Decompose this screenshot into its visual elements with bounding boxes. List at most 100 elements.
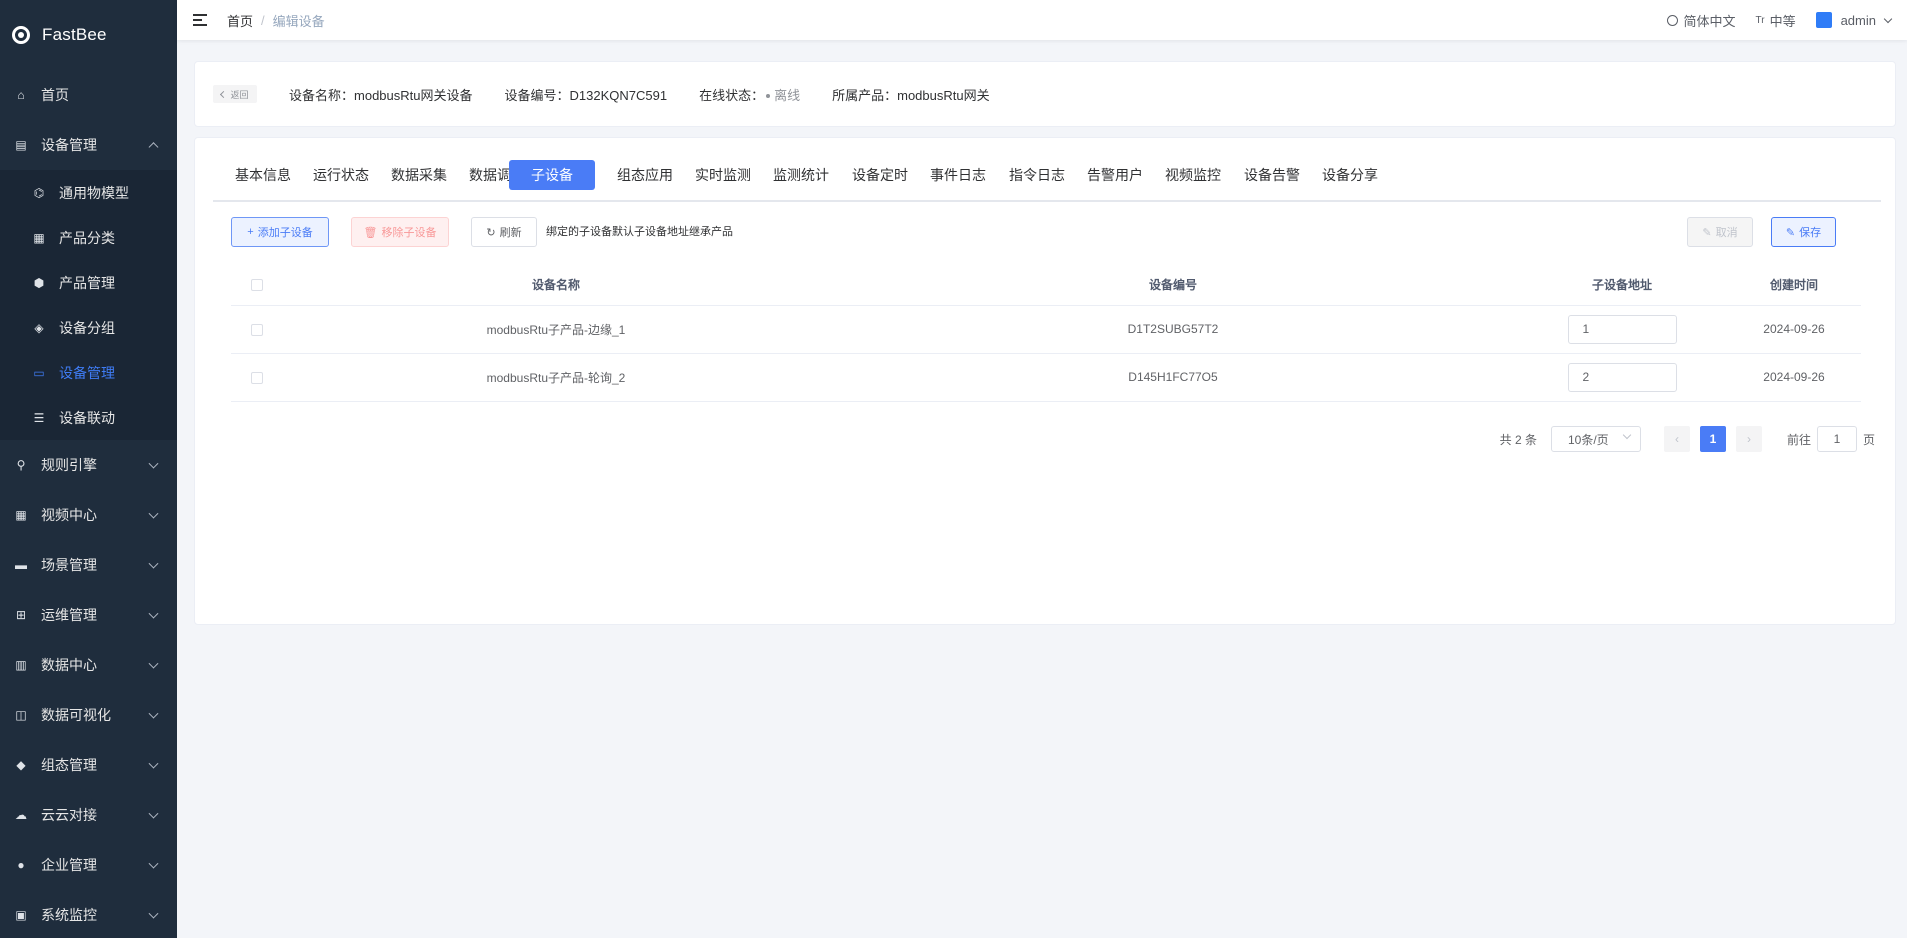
data-icon: ▥ — [15, 658, 27, 672]
sidebar-item-device-list[interactable]: ▤ 设备管理 — [0, 120, 177, 170]
sidebar-subitem-product[interactable]: ⬢ 产品管理 — [0, 260, 177, 305]
sidebar-item-label: 运维管理 — [41, 607, 97, 623]
sidebar-subitem-category[interactable]: ▦ 产品分类 — [0, 215, 177, 260]
sidebar-item-label: 数据可视化 — [41, 707, 111, 723]
avatar — [1815, 12, 1832, 28]
row-checkbox[interactable] — [251, 323, 263, 336]
page-size-select[interactable]: 10条/页 — [1550, 426, 1641, 452]
cell-name: modbusRtu子产品-边缘_1 — [283, 305, 829, 354]
chevron-down-icon — [148, 758, 159, 769]
refresh-button[interactable]: ↻ 刷新 — [471, 217, 537, 247]
language-switch[interactable]: 简体中文 — [1667, 11, 1735, 30]
breadcrumb-current: 编辑设备 — [272, 13, 325, 29]
chevron-down-icon — [148, 508, 159, 519]
sidebar-item-monitor[interactable]: ▣ 系统监控 — [0, 890, 177, 938]
table-row: modbusRtu子产品-边缘_1 D1T2SUBG57T2 2024-09-2… — [231, 305, 1861, 354]
row-select-cell — [231, 353, 283, 402]
remove-sub-device-label: 移除子设备 — [381, 227, 437, 239]
brand-name: FastBee — [42, 25, 107, 44]
sidebar-menu: ⌂ 首页 ▤ 设备管理 ⌬ 通用物模型 ▦ 产品分类 ⬢ 产品管理 ◈ 设备分组 ▭ 设备管理 ☰ 设备联动 ⚲… — [0, 70, 177, 938]
table-header-row: 设备名称 设备编号 子设备地址 创建时间 — [231, 264, 1861, 306]
col-header-name: 设备名称 — [283, 264, 829, 306]
sidebar-item-ops[interactable]: ⊞ 运维管理 — [0, 590, 177, 640]
toolbar: + 添加子设备 🗑 移除子设备 ↻ 刷新 绑定的子设备默认子设备地址继承产品 ✎… — [231, 217, 1861, 247]
sidebar-item-label: 首页 — [41, 87, 69, 103]
back-button[interactable]: 返回 — [213, 85, 257, 103]
select-all-cell — [231, 264, 283, 306]
save-label: 保存 — [1799, 227, 1822, 239]
save-button[interactable]: ✎ 保存 — [1771, 217, 1836, 247]
config-icon: ◆ — [16, 758, 26, 772]
brand[interactable]: FastBee — [0, 0, 177, 70]
device-serial-value: D132KQN7C591 — [569, 87, 668, 103]
goto-page-input[interactable]: 1 — [1816, 426, 1857, 452]
sidebar-item-enterprise[interactable]: ● 企业管理 — [0, 840, 177, 890]
plus-icon: + — [247, 226, 254, 238]
sidebar: FastBee ⌂ 首页 ▤ 设备管理 ⌬ 通用物模型 ▦ 产品分类 ⬢ 产品管理 ◈ 设备分组 ▭ 设备… — [0, 0, 177, 938]
next-page-button[interactable]: › — [1735, 426, 1762, 452]
fastbee-logo-icon — [12, 26, 30, 44]
cell-address — [1517, 353, 1727, 402]
sidebar-item-home[interactable]: ⌂ 首页 — [0, 70, 177, 120]
remove-sub-device-button[interactable]: 🗑 移除子设备 — [351, 217, 449, 247]
chevron-down-icon — [1883, 14, 1893, 23]
cancel-label: 取消 — [1715, 227, 1738, 239]
page-unit-label: 页 — [1862, 432, 1875, 447]
goto-label: 前往 — [1786, 432, 1811, 447]
sidebar-item-video[interactable]: ▦ 视频中心 — [0, 490, 177, 540]
cell-created: 2024-09-26 — [1727, 353, 1861, 402]
device-name-value: modbusRtu网关设备 — [354, 87, 473, 103]
visual-icon: ◫ — [15, 708, 27, 722]
chevron-down-icon — [148, 808, 159, 819]
page-number-button[interactable]: 1 — [1699, 426, 1726, 452]
select-all-checkbox[interactable] — [251, 279, 263, 292]
chevron-down-icon — [148, 908, 159, 919]
rule-icon: ⚲ — [16, 458, 26, 472]
category-icon: ▦ — [33, 230, 45, 245]
device-serial-label: 设备编号： — [504, 87, 570, 103]
device-status-value: 离线 — [774, 87, 801, 103]
scene-icon: ▬ — [15, 558, 27, 572]
size-switch[interactable]: Tr 中等 — [1755, 11, 1795, 30]
sub-device-address-input[interactable] — [1567, 314, 1677, 344]
user-menu[interactable]: admin — [1815, 12, 1893, 28]
add-sub-device-button[interactable]: + 添加子设备 — [231, 217, 329, 247]
cell-address — [1517, 305, 1727, 354]
status-dot-icon — [766, 93, 771, 98]
sidebar-subitem-device[interactable]: ▭ 设备管理 — [0, 350, 177, 395]
breadcrumb-home[interactable]: 首页 — [227, 11, 253, 30]
sidebar-item-rule[interactable]: ⚲ 规则引擎 — [0, 440, 177, 490]
page-jumper: 前往 1 页 — [1787, 426, 1875, 452]
chevron-down-icon — [1622, 430, 1632, 440]
sidebar-submenu: ⌬ 通用物模型 ▦ 产品分类 ⬢ 产品管理 ◈ 设备分组 ▭ 设备管理 ☰ 设备联动 — [0, 170, 177, 440]
sidebar-subitem-label: 产品分类 — [59, 229, 115, 246]
sidebar-item-scene[interactable]: ▬ 场景管理 — [0, 540, 177, 590]
pagination: 共 2 条 10条/页 ‹ 1 › 前往 1 页 — [1500, 426, 1875, 452]
sidebar-item-label: 视频中心 — [41, 507, 97, 523]
device-name-label: 设备名称： — [289, 87, 355, 103]
refresh-label: 刷新 — [499, 227, 522, 239]
sidebar-subitem-group[interactable]: ◈ 设备分组 — [0, 305, 177, 350]
col-header-serial: 设备编号 — [829, 264, 1517, 306]
sidebar-item-config[interactable]: ◆ 组态管理 — [0, 740, 177, 790]
device-product-label: 所属产品： — [832, 87, 898, 103]
prev-page-button[interactable]: ‹ — [1663, 426, 1690, 452]
sidebar-subitem-model[interactable]: ⌬ 通用物模型 — [0, 170, 177, 215]
sidebar-item-visual[interactable]: ◫ 数据可视化 — [0, 690, 177, 740]
sidebar-item-data[interactable]: ▥ 数据中心 — [0, 640, 177, 690]
sub-device-address-input[interactable] — [1567, 362, 1677, 392]
device-product-info: 所属产品：modbusRtu网关 — [832, 85, 990, 104]
tab-15[interactable]: 设备分享 — [1300, 160, 1400, 190]
breadcrumb: 首页 / 编辑设备 — [227, 11, 325, 30]
tab-5[interactable]: 子设备 — [509, 160, 595, 190]
row-checkbox[interactable] — [251, 371, 263, 384]
topbar: 首页 / 编辑设备 简体中文 Tr 中等 admin — [177, 0, 1907, 40]
sidebar-toggle-icon[interactable] — [193, 14, 207, 26]
sidebar-subitem-linkage[interactable]: ☰ 设备联动 — [0, 395, 177, 440]
sidebar-item-label: 数据中心 — [41, 657, 97, 673]
sidebar-item-cloud[interactable]: ☁ 云云对接 — [0, 790, 177, 840]
user-name: admin — [1840, 12, 1876, 28]
sidebar-item-label: 规则引擎 — [41, 457, 97, 473]
language-label: 简体中文 — [1683, 13, 1736, 29]
cancel-button[interactable]: ✎ 取消 — [1687, 217, 1753, 247]
